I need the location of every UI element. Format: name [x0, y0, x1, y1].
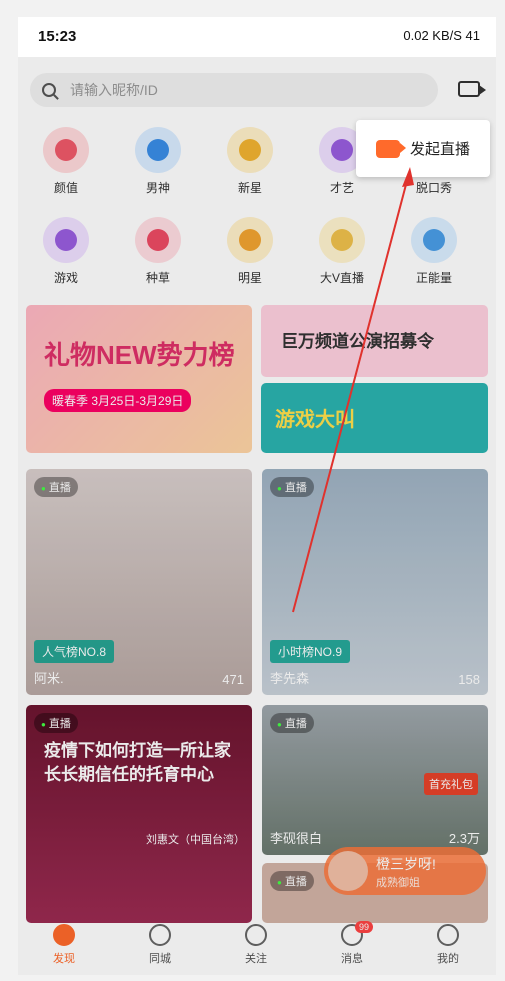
status-time: 15:23: [38, 28, 77, 45]
start-live-popup[interactable]: 发起直播: [356, 120, 490, 177]
start-live-label: 发起直播: [410, 141, 471, 158]
live-camera-icon: [376, 139, 406, 158]
status-bar: 15:23 0.02 KB/S 41: [18, 17, 496, 57]
dim-overlay[interactable]: [18, 57, 496, 975]
status-icons: 0.02 KB/S 41: [403, 28, 480, 43]
phone-screen: 15:23 0.02 KB/S 41 请输入昵称/ID 颜值 男神 新星 才艺 脱口秀 …: [18, 17, 496, 975]
